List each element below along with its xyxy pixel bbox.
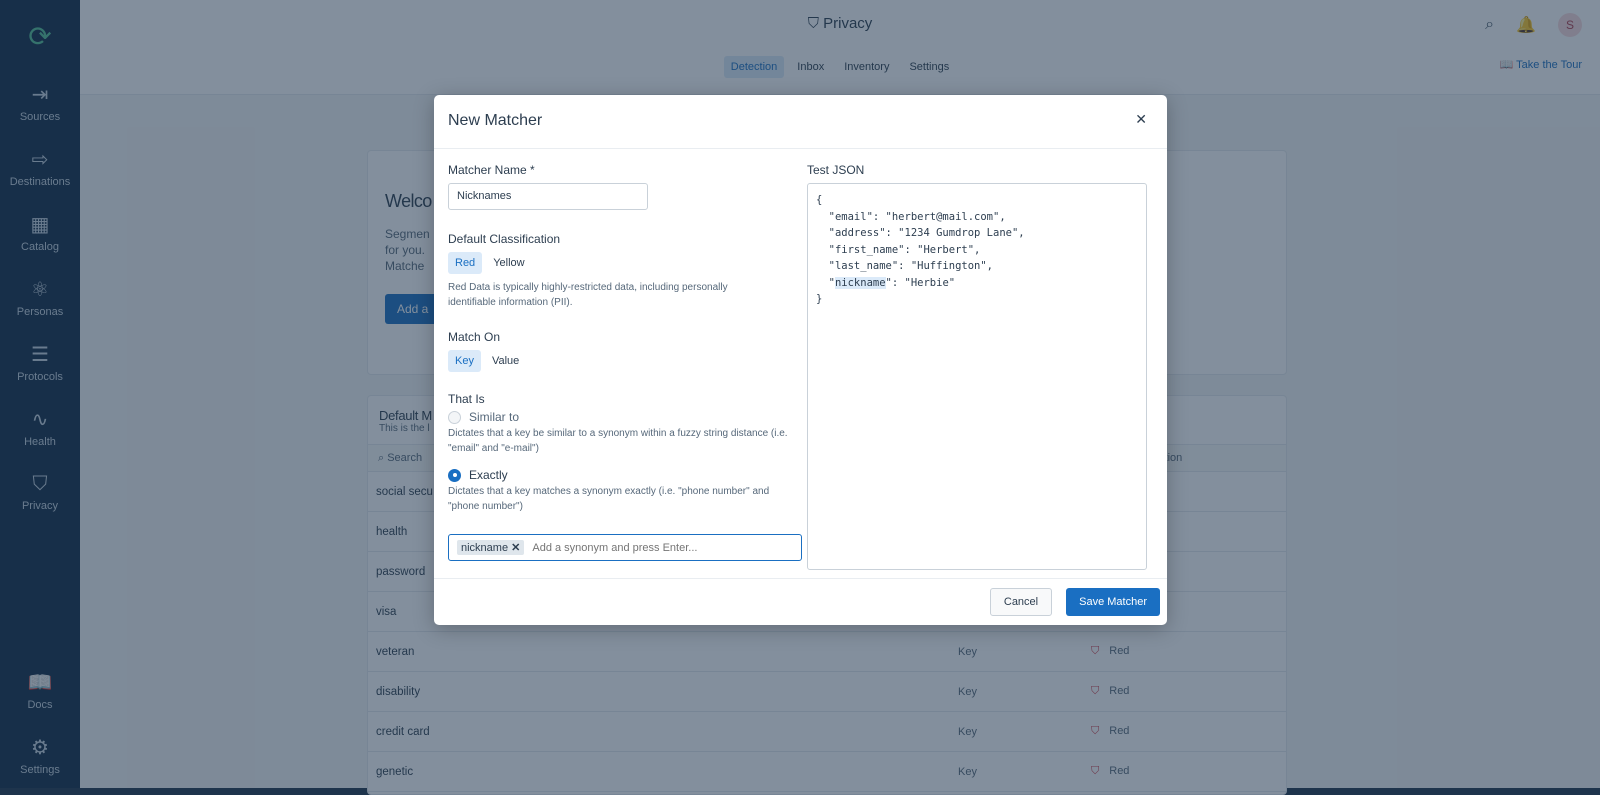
settings-icon: ⚙: [31, 737, 49, 759]
health-icon: ∿: [31, 409, 49, 431]
shield-icon: ⛉: [807, 15, 824, 32]
privacy-icon: ⛉: [32, 473, 48, 495]
matcher-name-input[interactable]: Nicknames: [448, 183, 648, 210]
json-line: "last_name": "Huffington",: [816, 260, 994, 272]
sidebar-item-privacy[interactable]: ⛉ Privacy: [0, 460, 80, 525]
test-json-editor[interactable]: { "email": "herbert@mail.com", "address"…: [807, 183, 1147, 570]
destinations-icon: ⇨: [31, 149, 49, 171]
tab-inbox[interactable]: Inbox: [790, 56, 831, 78]
table-row[interactable]: veteran Key ⛉ Red: [368, 632, 1286, 672]
match-on-label: Match On: [448, 330, 501, 344]
that-is-label: That Is: [448, 392, 485, 406]
search-icon[interactable]: ⌕: [1485, 16, 1494, 34]
radio-circle-selected[interactable]: [448, 468, 461, 482]
sidebar-item-personas[interactable]: ⚛ Personas: [0, 265, 80, 330]
json-label: Test JSON: [807, 163, 865, 177]
shield-icon: ⛉: [1091, 725, 1100, 737]
class-red[interactable]: Red: [448, 252, 483, 274]
remove-tag-icon[interactable]: ✕: [511, 542, 520, 554]
similar-help: Dictates that a key be similar to a syno…: [448, 428, 788, 454]
name-label: Matcher Name *: [448, 163, 535, 177]
table-row[interactable]: credit card Key ⛉ Red: [368, 712, 1286, 752]
table-row[interactable]: disability Key ⛉ Red: [368, 672, 1286, 712]
radio-exactly[interactable]: Exactly: [448, 468, 798, 482]
synonym-input[interactable]: nickname ✕: [448, 534, 802, 561]
class-help: Red Data is typically highly-restricted …: [448, 282, 728, 308]
table-row[interactable]: genetic Key ⛉ Red: [368, 752, 1286, 792]
protocols-icon: ☰: [31, 344, 49, 366]
top-bar: ⛉ Privacy Detection Inbox Inventory Sett…: [80, 0, 1600, 95]
sidebar-item-catalog[interactable]: ▦ Catalog: [0, 200, 80, 265]
sidebar-item-protocols[interactable]: ☰ Protocols: [0, 330, 80, 395]
classification-label: Default Classification: [448, 232, 561, 246]
radio-similar[interactable]: Similar to: [448, 410, 798, 424]
close-icon[interactable]: ✕: [1135, 111, 1147, 128]
tabs: Detection Inbox Inventory Settings: [80, 56, 1600, 78]
sidebar-item-sources[interactable]: ⇥ Sources: [0, 70, 80, 135]
catalog-icon: ▦: [30, 214, 50, 236]
sources-icon: ⇥: [31, 84, 49, 106]
sidebar: ⟳ ⇥ Sources ⇨ Destinations ▦ Catalog ⚛ Personas…: [0, 0, 80, 788]
bell-icon[interactable]: 🔔: [1516, 15, 1536, 35]
tab-settings[interactable]: Settings: [902, 56, 956, 78]
synonym-text-input[interactable]: [532, 541, 793, 554]
cancel-button[interactable]: Cancel: [989, 588, 1053, 616]
radio-circle[interactable]: [448, 410, 461, 424]
avatar[interactable]: S: [1558, 13, 1582, 37]
docs-icon: 📖: [27, 672, 53, 694]
match-value[interactable]: Value: [485, 350, 526, 372]
json-line: "email": "herbert@mail.com",: [816, 210, 1006, 223]
sidebar-item-health[interactable]: ∿ Health: [0, 395, 80, 460]
exactly-help: Dictates that a key matches a synonym ex…: [448, 486, 770, 512]
shield-icon: ⛉: [1091, 685, 1100, 697]
page-title: ⛉ Privacy: [807, 15, 873, 32]
json-line: "address": "1234 Gumdrop Lane",: [816, 227, 1025, 239]
shield-icon: ⛉: [1091, 645, 1100, 657]
class-yellow[interactable]: Yellow: [486, 252, 531, 274]
sidebar-item-destinations[interactable]: ⇨ Destinations: [0, 135, 80, 200]
new-matcher-modal: New Matcher ✕ Matcher Name * Nicknames De…: [434, 95, 1167, 625]
tab-inventory[interactable]: Inventory: [837, 56, 896, 78]
take-tour-link[interactable]: 📖 Take the Tour: [1500, 58, 1582, 71]
search-input[interactable]: ⌕ Search: [378, 452, 422, 465]
personas-icon: ⚛: [31, 279, 49, 301]
save-matcher-button[interactable]: Save Matcher: [1066, 588, 1160, 616]
json-line: "first_name": "Herbert",: [816, 243, 981, 256]
sidebar-item-settings[interactable]: ⚙ Settings: [0, 723, 80, 788]
modal-title: New Matcher: [448, 112, 543, 129]
json-line: {: [816, 194, 823, 206]
match-key[interactable]: Key: [448, 350, 481, 372]
shield-icon: ⛉: [1091, 765, 1100, 777]
sidebar-item-docs[interactable]: 📖 Docs: [0, 658, 80, 723]
tab-detection[interactable]: Detection: [723, 56, 785, 78]
segment-logo[interactable]: ⟳: [28, 20, 51, 70]
synonym-tag: nickname ✕: [457, 540, 525, 555]
